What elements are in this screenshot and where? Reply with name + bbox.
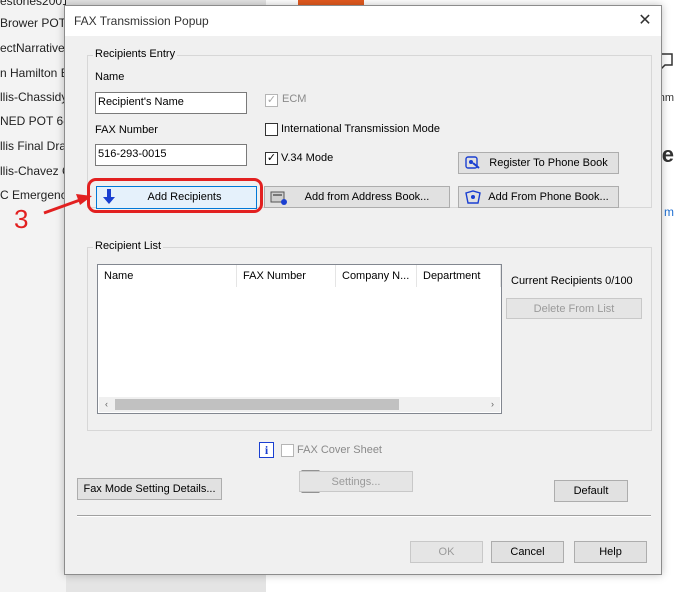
scrollbar-thumb[interactable] [115,399,399,410]
info-icon[interactable]: i [259,442,274,458]
register-phone-book-button[interactable]: Register To Phone Book [458,152,619,174]
highlight-ring [87,178,263,213]
phone-book-register-icon [464,155,482,178]
fax-number-label: FAX Number [95,124,158,136]
register-phone-book-label: Register To Phone Book [489,157,608,169]
add-from-phone-book-label: Add From Phone Book... [488,191,609,203]
fax-number-field[interactable]: 516-293-0015 [95,144,247,166]
bg-fragment: e [661,142,674,167]
bg-fragment: m [664,205,674,219]
ok-button[interactable]: OK [410,541,483,563]
intl-mode-checkbox[interactable] [265,123,278,136]
phone-book-icon [464,189,482,214]
close-button[interactable]: ✕ [635,11,655,31]
column-header-company[interactable]: Company N... [336,265,417,287]
delete-from-list-button[interactable]: Delete From List [506,298,642,319]
recipient-list-label: Recipient List [93,240,164,252]
bg-list-item: NED POT 6-2 [0,114,66,128]
add-from-address-book-label: Add from Address Book... [304,191,430,203]
bg-list-item: n Hamilton E [0,66,66,80]
default-button[interactable]: Default [554,480,628,502]
help-button[interactable]: Help [574,541,647,563]
add-from-phone-book-button[interactable]: Add From Phone Book... [458,186,619,208]
ecm-label: ECM [282,93,307,105]
add-from-address-book-button[interactable]: Add from Address Book... [264,186,450,208]
cancel-button[interactable]: Cancel [491,541,564,563]
settings-button[interactable]: Settings... [299,471,413,492]
address-book-icon [270,189,290,214]
bg-list-item: llis Final Draf [0,139,66,153]
column-header-name[interactable]: Name [98,265,237,287]
horizontal-scrollbar[interactable]: ‹ › [99,397,500,412]
recipients-entry-label: Recipients Entry [93,48,178,60]
column-header-department[interactable]: Department [417,265,501,287]
footer-separator-highlight [77,516,651,517]
ecm-checkbox[interactable]: ✓ [265,94,278,107]
fax-cover-sheet-checkbox[interactable] [281,444,294,457]
fax-mode-setting-details-button[interactable]: Fax Mode Setting Details... [77,478,222,500]
v34-mode-label: V.34 Mode [281,152,334,164]
dialog-titlebar: FAX Transmission Popup ✕ [65,6,661,36]
bg-list-item: llis-Chassidy [0,90,66,104]
recipient-list-table[interactable]: Name FAX Number Company N... Department … [97,264,502,414]
bg-list-item: C Emergency [0,188,66,202]
bg-list-item: estones2001091650000[293117]... [0,0,66,8]
dialog-title: FAX Transmission Popup [74,14,209,28]
fax-transmission-dialog: FAX Transmission Popup ✕ Recipients Entr… [64,5,662,575]
scroll-left-icon[interactable]: ‹ [99,397,114,412]
name-field[interactable]: Recipient's Name [95,92,247,114]
background-file-list: estones2001091650000[293117]... Brower P… [0,0,66,592]
bg-list-item: ectNarrative [0,41,65,55]
v34-mode-checkbox[interactable]: ✓ [265,152,278,165]
column-header-fax-number[interactable]: FAX Number [237,265,336,287]
step-number-label: 3 [14,204,29,234]
fax-cover-sheet-label: FAX Cover Sheet [297,444,382,456]
background-right-edge: nm e m [658,0,675,592]
current-recipients-count: Current Recipients 0/100 [511,275,633,287]
intl-mode-label: International Transmission Mode [281,123,440,135]
name-label: Name [95,71,125,83]
scroll-right-icon[interactable]: › [485,397,500,412]
bg-list-item: llis-Chavez C [0,164,66,178]
bg-list-item: Brower POT [0,16,66,30]
